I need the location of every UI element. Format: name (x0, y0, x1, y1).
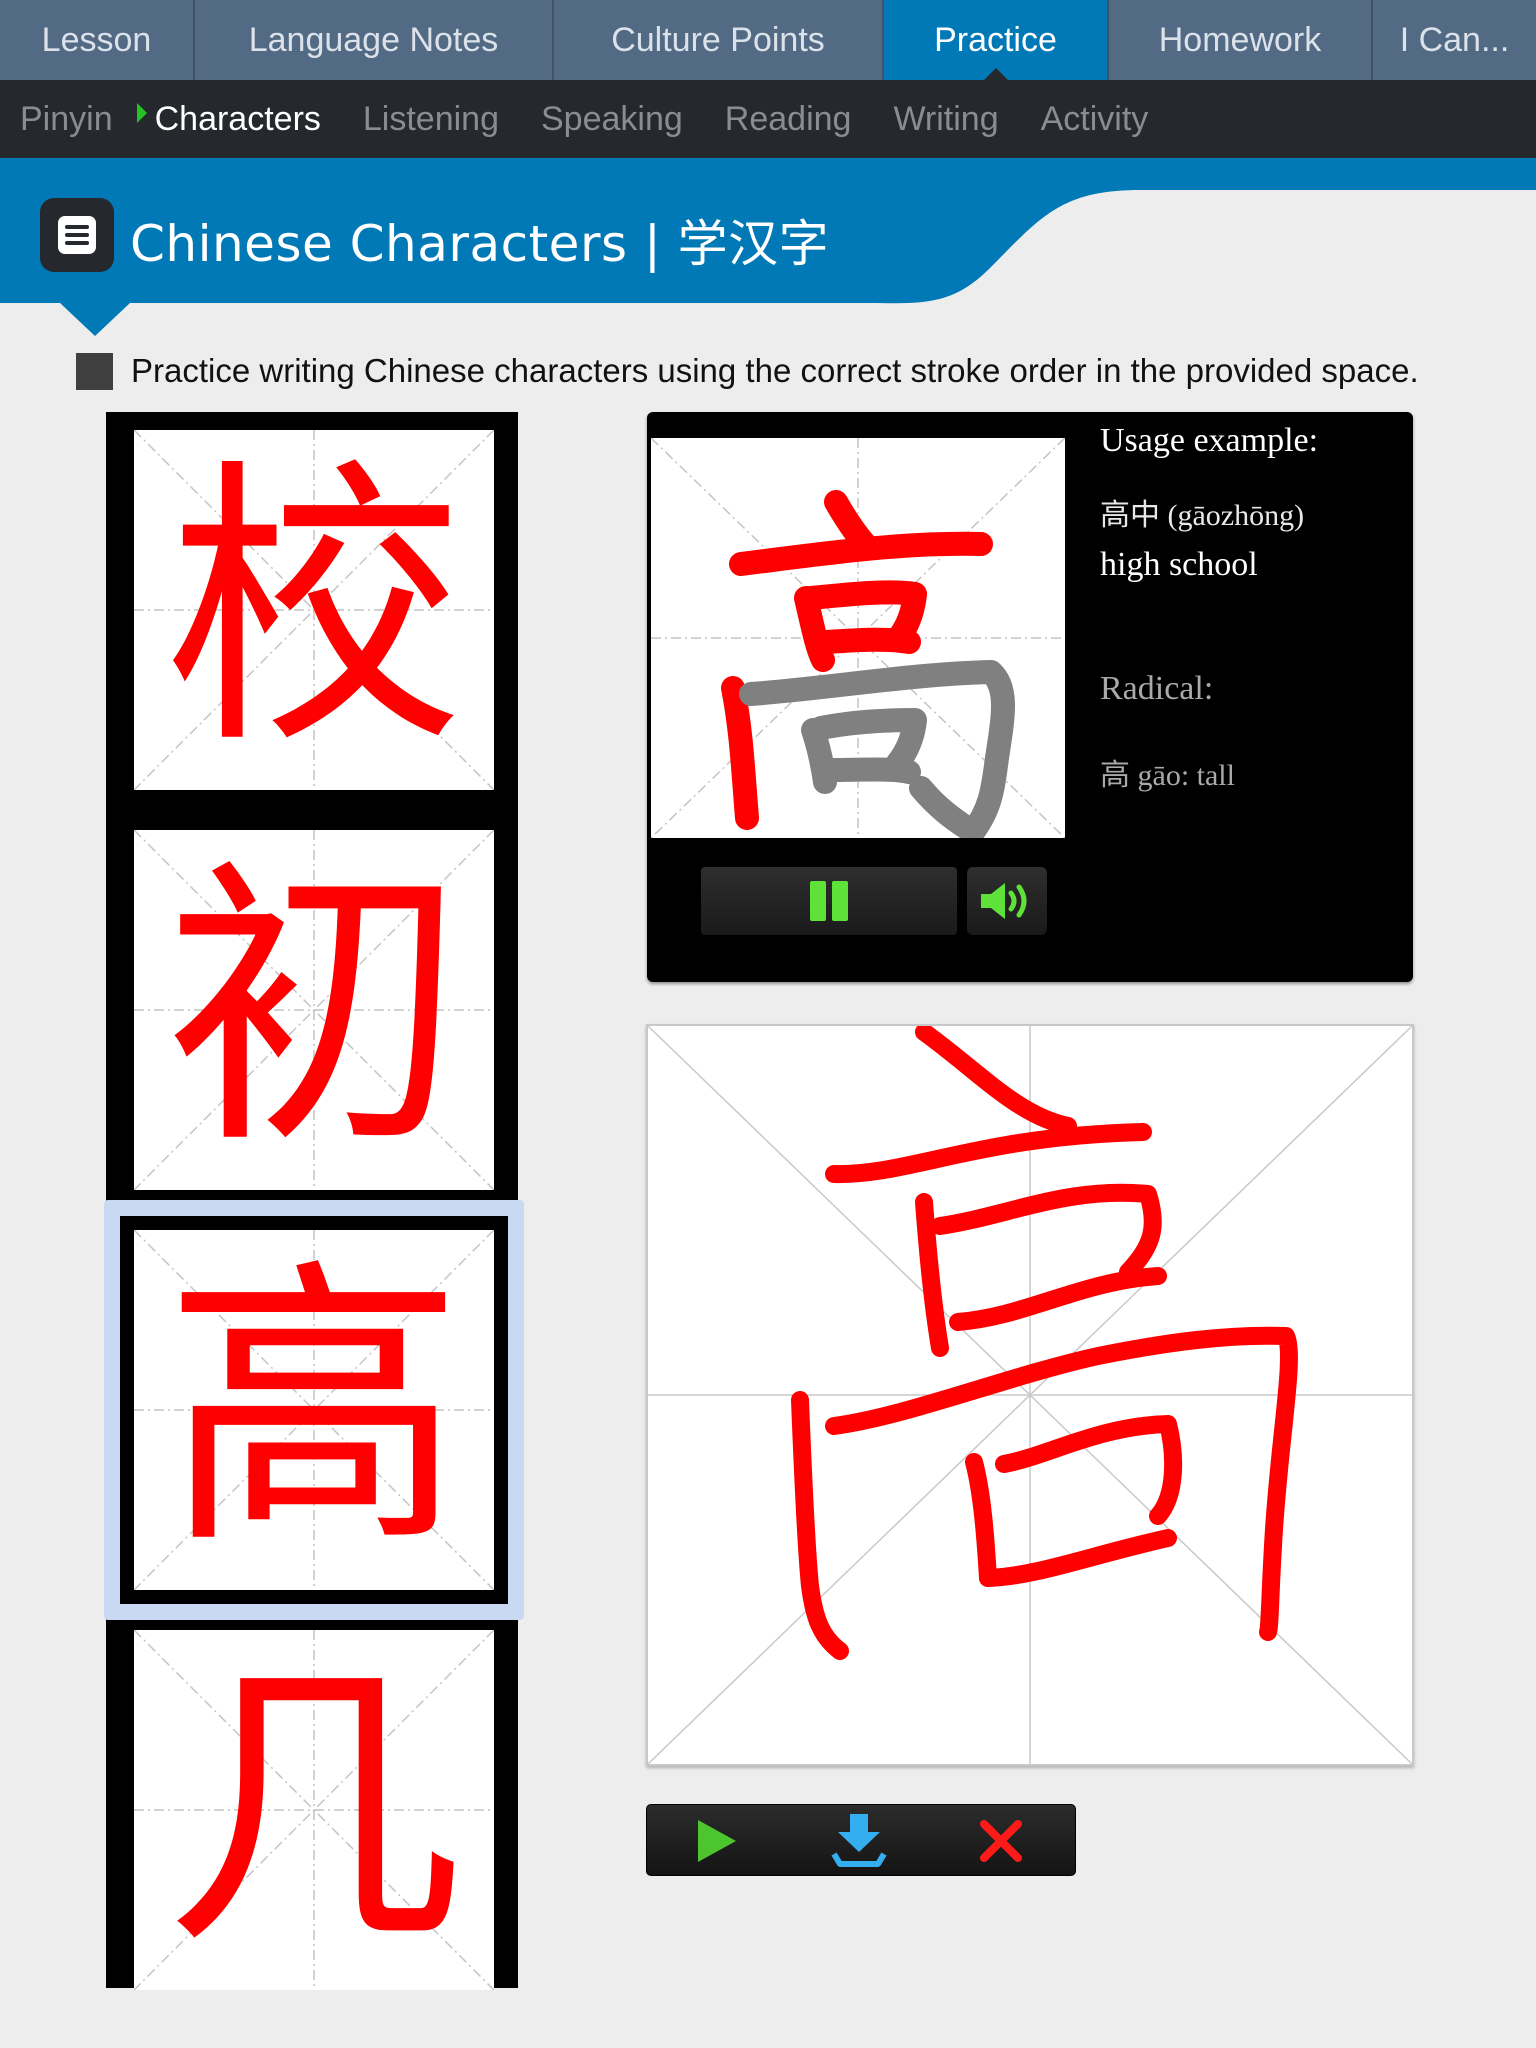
radical-label: Radical: (1100, 670, 1214, 707)
hand-stroke (949, 1267, 1167, 1331)
selected-tile-border: 高 (120, 1216, 508, 1604)
pending-stroke (819, 757, 921, 784)
subnav-label: Speaking (541, 99, 683, 138)
play-icon (698, 1820, 736, 1862)
subnav-label: Reading (724, 99, 852, 138)
subnav-pinyin[interactable]: Pinyin (20, 100, 113, 139)
handwritten-strokes (791, 1026, 1298, 1660)
bullet-square-icon (76, 352, 113, 390)
stroke-animation-view (651, 438, 1065, 838)
tab-lesson[interactable]: Lesson (0, 0, 195, 80)
canvas-toolbar (646, 1804, 1076, 1876)
download-icon (831, 1814, 887, 1867)
pending-stroke (809, 708, 927, 776)
stroke-animation-panel: Usage example: 高中 (gāozhōng) high school… (647, 412, 1413, 982)
subnav-label: Listening (362, 99, 499, 138)
character-tile[interactable]: 校 (134, 430, 494, 790)
subnav-listening[interactable]: Listening (363, 100, 499, 139)
sub-nav: Pinyin Characters Listening Speaking Rea… (0, 80, 1536, 158)
usage-word: 高中 (gāozhōng) (1100, 499, 1305, 532)
tab-homework[interactable]: Homework (1109, 0, 1373, 80)
character-tile[interactable]: 几 (134, 1630, 494, 1990)
usage-meaning: high school (1100, 546, 1258, 583)
writing-canvas-svg (648, 1026, 1412, 1764)
stroke-animation-svg (651, 438, 1065, 838)
hand-stroke (965, 1453, 997, 1587)
document-list-icon (40, 198, 114, 272)
character-glyph: 几 (164, 1635, 464, 1984)
character-glyph: 初 (164, 835, 464, 1184)
instruction: Practice writing Chinese characters usin… (76, 352, 1419, 390)
subnav-label: Pinyin (20, 99, 113, 138)
tab-culture-points[interactable]: Culture Points (554, 0, 884, 80)
subnav-label: Writing (893, 99, 999, 138)
tab-i-can[interactable]: I Can... (1373, 0, 1536, 80)
hand-stroke (825, 1123, 1152, 1184)
character-tile[interactable]: 初 (134, 830, 494, 1190)
hand-stroke (931, 1183, 1162, 1281)
pending-stroke (739, 660, 1015, 838)
subnav-label: Activity (1040, 99, 1149, 138)
subnav-activity[interactable]: Activity (1041, 100, 1149, 139)
usage-label: Usage example: (1100, 422, 1319, 459)
play-button[interactable] (687, 1813, 747, 1869)
sound-button[interactable] (967, 867, 1047, 935)
subnav-speaking[interactable]: Speaking (541, 100, 683, 139)
hand-stroke (791, 1391, 849, 1660)
completed-stroke (721, 676, 759, 830)
writing-canvas[interactable] (646, 1024, 1414, 1766)
completed-stroke (815, 627, 921, 654)
radical-value: 高 gāo: tall (1100, 759, 1235, 792)
main-tab-bar: Lesson Language Notes Culture Points Pra… (0, 0, 1536, 80)
page-title: Chinese Characters | 学汉字 (130, 215, 830, 273)
save-button[interactable] (829, 1813, 889, 1869)
clear-x-icon (980, 1820, 1022, 1862)
pause-icon (810, 881, 848, 921)
clear-button[interactable] (971, 1813, 1031, 1869)
character-tile[interactable]: 高 (134, 1230, 494, 1590)
section-banner: Chinese Characters | 学汉字 (0, 158, 1536, 358)
speaker-icon (981, 883, 1027, 919)
subnav-writing[interactable]: Writing (893, 100, 998, 139)
instruction-text: Practice writing Chinese characters usin… (131, 352, 1419, 389)
character-glyph: 高 (164, 1235, 464, 1584)
hand-stroke (825, 1326, 1298, 1641)
selected-character-tile[interactable]: 高 (104, 1200, 524, 1620)
subnav-label: Characters (154, 99, 321, 138)
tab-practice[interactable]: Practice (884, 0, 1109, 80)
hand-stroke (979, 1529, 1177, 1587)
active-marker-icon (136, 102, 147, 123)
character-glyph: 校 (164, 435, 464, 784)
pause-button[interactable] (701, 867, 957, 935)
completed-stroke (729, 531, 993, 576)
subnav-characters[interactable]: Characters (136, 99, 321, 139)
subnav-reading[interactable]: Reading (725, 100, 852, 139)
hand-stroke (915, 1026, 1077, 1135)
tab-language-notes[interactable]: Language Notes (195, 0, 554, 80)
